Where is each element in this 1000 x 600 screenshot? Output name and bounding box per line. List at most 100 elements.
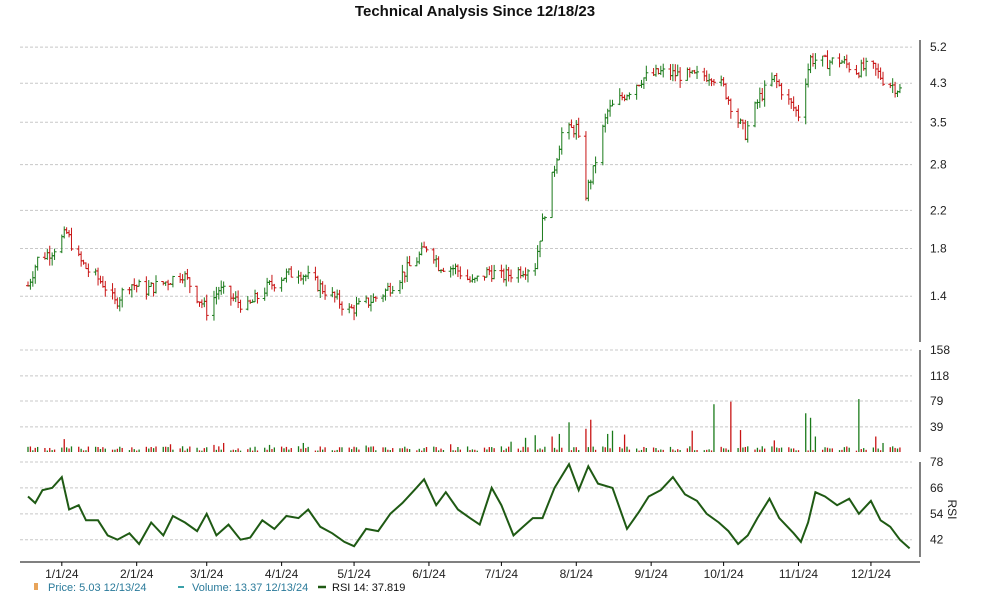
rsi-tick-label: 78 bbox=[930, 455, 944, 469]
price-bar bbox=[893, 81, 898, 98]
price-bar bbox=[216, 286, 221, 300]
x-tick-label: 9/1/24 bbox=[634, 567, 668, 581]
price-bar bbox=[509, 269, 514, 283]
price-legend-icon bbox=[34, 583, 38, 590]
price-bar bbox=[794, 106, 799, 117]
price-bar bbox=[475, 275, 480, 282]
price-bar bbox=[279, 277, 284, 292]
price-bar bbox=[381, 294, 386, 303]
price-bar bbox=[813, 53, 818, 70]
price-bar bbox=[96, 267, 101, 286]
price-bar bbox=[371, 293, 376, 303]
price-bar bbox=[202, 297, 207, 308]
x-tick-label: 3/1/24 bbox=[190, 567, 224, 581]
price-bar bbox=[525, 269, 530, 283]
price-bar bbox=[272, 283, 277, 292]
price-bar bbox=[538, 240, 543, 258]
price-bar bbox=[668, 64, 673, 81]
price-bar bbox=[484, 267, 489, 278]
x-tick-label: 1/1/24 bbox=[45, 567, 79, 581]
price-bar bbox=[262, 287, 267, 301]
price-bar bbox=[390, 285, 395, 294]
price-bar bbox=[134, 284, 139, 293]
price-bar bbox=[436, 256, 441, 272]
price-bar bbox=[127, 287, 132, 295]
price-bar bbox=[591, 165, 596, 185]
rsi-axis-label: RSI bbox=[945, 499, 959, 519]
price-bar bbox=[115, 297, 120, 309]
price-bar bbox=[315, 275, 320, 292]
price-bar bbox=[120, 287, 125, 308]
price-panel: 5.2 4.3 3.5 2.8 2.2 1.8 1.4 bbox=[20, 40, 947, 342]
price-bar bbox=[178, 272, 183, 283]
rsi-tick-label: 66 bbox=[930, 481, 944, 495]
price-bar bbox=[28, 278, 33, 290]
volume-tick-label: 118 bbox=[930, 369, 949, 383]
price-bar bbox=[298, 271, 303, 282]
price-bar bbox=[837, 53, 842, 68]
price-bar bbox=[86, 263, 91, 278]
price-bar bbox=[859, 59, 864, 78]
price-bar bbox=[284, 268, 289, 283]
price-bar bbox=[808, 54, 813, 74]
price-bar bbox=[542, 216, 547, 221]
price-bar bbox=[255, 292, 260, 304]
price-bar bbox=[204, 294, 209, 321]
price-bar bbox=[451, 264, 456, 276]
price-bar bbox=[745, 121, 750, 143]
price-bar bbox=[608, 99, 613, 117]
price-bar bbox=[552, 165, 557, 177]
price-bar bbox=[711, 78, 716, 86]
price-bar bbox=[388, 282, 393, 297]
price-bar bbox=[738, 118, 743, 124]
price-bar bbox=[820, 55, 825, 67]
price-bar bbox=[644, 65, 649, 82]
price-bar bbox=[523, 267, 528, 280]
price-bar bbox=[574, 120, 579, 140]
x-tick-label: 6/1/24 bbox=[412, 567, 446, 581]
price-bar bbox=[709, 78, 714, 87]
price-bar bbox=[303, 274, 308, 282]
rsi-line bbox=[27, 461, 911, 550]
price-bar bbox=[864, 57, 869, 77]
price-bar bbox=[881, 71, 886, 86]
price-bar bbox=[103, 280, 108, 297]
x-tick-label: 7/1/24 bbox=[485, 567, 519, 581]
price-bar bbox=[620, 92, 625, 101]
price-tick-label: 2.2 bbox=[930, 203, 947, 217]
price-bar bbox=[400, 264, 405, 290]
price-bar bbox=[772, 75, 777, 83]
price-tick-label: 4.3 bbox=[930, 76, 947, 90]
x-tick-label: 8/1/24 bbox=[560, 567, 594, 581]
price-bar bbox=[296, 270, 301, 284]
price-bar bbox=[245, 296, 250, 311]
price-bar bbox=[753, 101, 758, 128]
price-bar bbox=[347, 303, 352, 314]
price-tick-label: 1.8 bbox=[930, 242, 947, 256]
price-tick-label: 1.4 bbox=[930, 289, 947, 303]
price-bar bbox=[489, 265, 494, 282]
x-tick-label: 2/1/24 bbox=[120, 567, 154, 581]
price-bar bbox=[368, 295, 373, 312]
price-bar bbox=[422, 241, 427, 248]
price-bar bbox=[675, 64, 680, 77]
x-tick-label: 11/1/24 bbox=[779, 567, 818, 581]
price-bar bbox=[603, 113, 608, 133]
price-bar bbox=[236, 290, 241, 309]
price-bar bbox=[806, 63, 811, 88]
price-bar bbox=[83, 262, 88, 270]
price-bar bbox=[434, 254, 439, 268]
price-bar bbox=[796, 104, 801, 122]
price-bar bbox=[214, 286, 219, 305]
price-bar bbox=[622, 94, 627, 102]
price-bar bbox=[407, 255, 412, 267]
price-bar bbox=[405, 256, 410, 282]
price-bar bbox=[506, 266, 511, 282]
price-bar bbox=[670, 63, 675, 82]
price-bar bbox=[704, 70, 709, 82]
price-bar bbox=[540, 213, 545, 242]
price-bar bbox=[661, 63, 666, 78]
price-bar bbox=[137, 279, 142, 287]
price-bar bbox=[702, 67, 707, 82]
price-bar bbox=[151, 282, 156, 297]
